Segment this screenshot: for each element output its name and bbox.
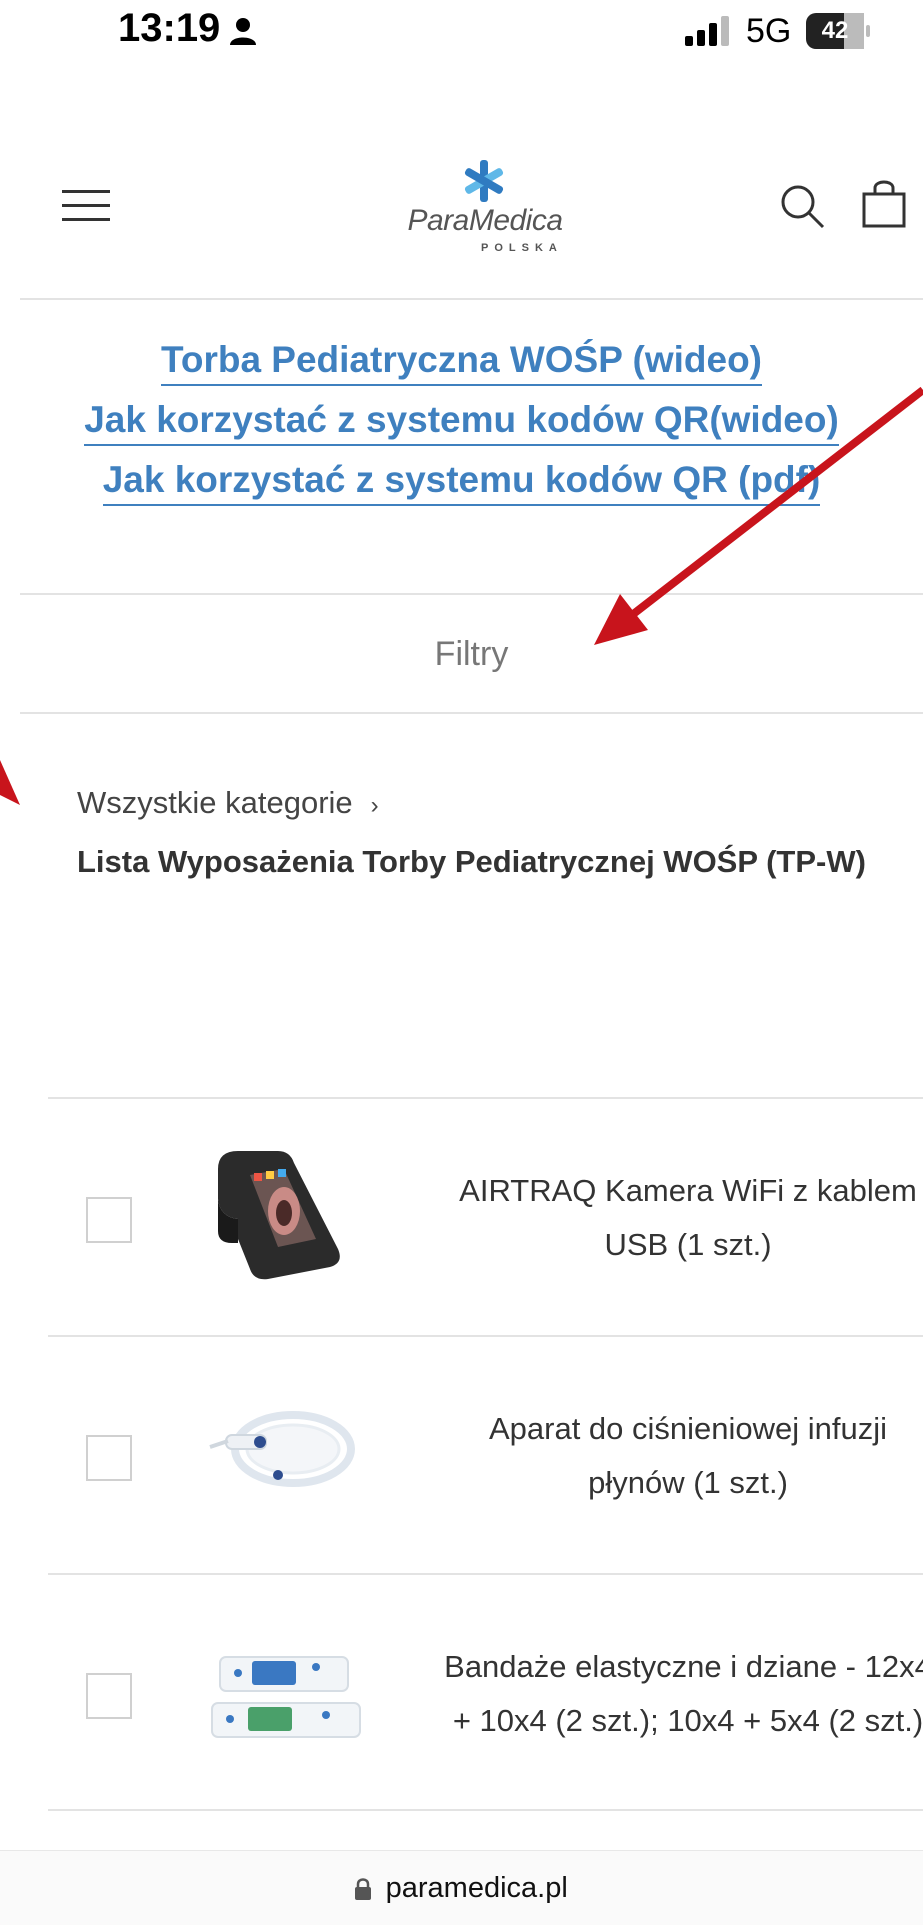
star-of-life-icon — [464, 160, 504, 202]
annotation-arrow-left-edge — [0, 760, 20, 805]
search-icon[interactable] — [778, 182, 826, 230]
product-checkbox[interactable] — [86, 1197, 132, 1243]
link-qr-codes-video[interactable]: Jak korzystać z systemu kodów QR(wideo) — [0, 390, 923, 450]
product-list: AIRTRAQ Kamera WiFi z kablem USB (1 szt.… — [48, 1097, 923, 1811]
bandage-thumbnail — [211, 1656, 361, 1738]
network-label: 5G — [746, 12, 792, 50]
product-row[interactable]: Bandaże elastyczne i dziane - 12x4 + 10x… — [48, 1573, 923, 1811]
breadcrumb-all-categories[interactable]: Wszystkie kategorie — [77, 785, 353, 820]
product-name[interactable]: AIRTRAQ Kamera WiFi z kablem USB (1 szt.… — [438, 1099, 923, 1337]
link-qr-codes-pdf[interactable]: Jak korzystać z systemu kodów QR (pdf) — [0, 450, 923, 510]
infusion-set-thumbnail — [209, 1411, 355, 1487]
person-icon — [230, 18, 256, 45]
product-name[interactable]: Bandaże elastyczne i dziane - 12x4 + 10x… — [438, 1575, 923, 1813]
url-text: paramedica.pl — [385, 1872, 568, 1904]
product-checkbox[interactable] — [86, 1673, 132, 1719]
header-divider — [20, 298, 923, 300]
site-header: ParaMedica POLSKA — [0, 120, 923, 300]
filters-button[interactable]: Filtry — [20, 595, 923, 713]
breadcrumb: Wszystkie kategorie › Lista Wyposażenia T… — [77, 785, 897, 889]
product-row[interactable]: Aparat do ciśnieniowej infuzji płynów (1… — [48, 1335, 923, 1573]
filters-divider-bottom — [20, 712, 923, 714]
product-row[interactable]: AIRTRAQ Kamera WiFi z kablem USB (1 szt.… — [48, 1097, 923, 1335]
product-name[interactable]: Aparat do ciśnieniowej infuzji płynów (1… — [438, 1337, 923, 1575]
shopping-bag-icon[interactable] — [862, 178, 906, 228]
breadcrumb-current: Lista Wyposażenia Torby Pediatrycznej WO… — [77, 844, 866, 879]
logo-subtitle: POLSKA — [481, 242, 563, 254]
link-pediatric-bag-video[interactable]: Torba Pediatryczna WOŚP (wideo) — [0, 330, 923, 390]
product-checkbox[interactable] — [86, 1435, 132, 1481]
signal-icon — [685, 16, 729, 46]
breadcrumb-separator: › — [370, 792, 379, 819]
menu-icon[interactable] — [62, 186, 110, 226]
lock-icon — [355, 1877, 372, 1900]
status-time: 13:19 — [118, 6, 221, 50]
status-bar: 13:19 5G 42 — [0, 0, 923, 62]
battery-level: 42 — [821, 17, 849, 44]
logo[interactable]: ParaMedica POLSKA — [395, 158, 575, 268]
logo-text: ParaMedica — [407, 204, 563, 237]
browser-url-bar[interactable]: paramedica.pl — [0, 1850, 923, 1925]
video-links: Torba Pediatryczna WOŚP (wideo) Jak korz… — [0, 330, 923, 510]
camera-thumbnail — [218, 1151, 340, 1280]
